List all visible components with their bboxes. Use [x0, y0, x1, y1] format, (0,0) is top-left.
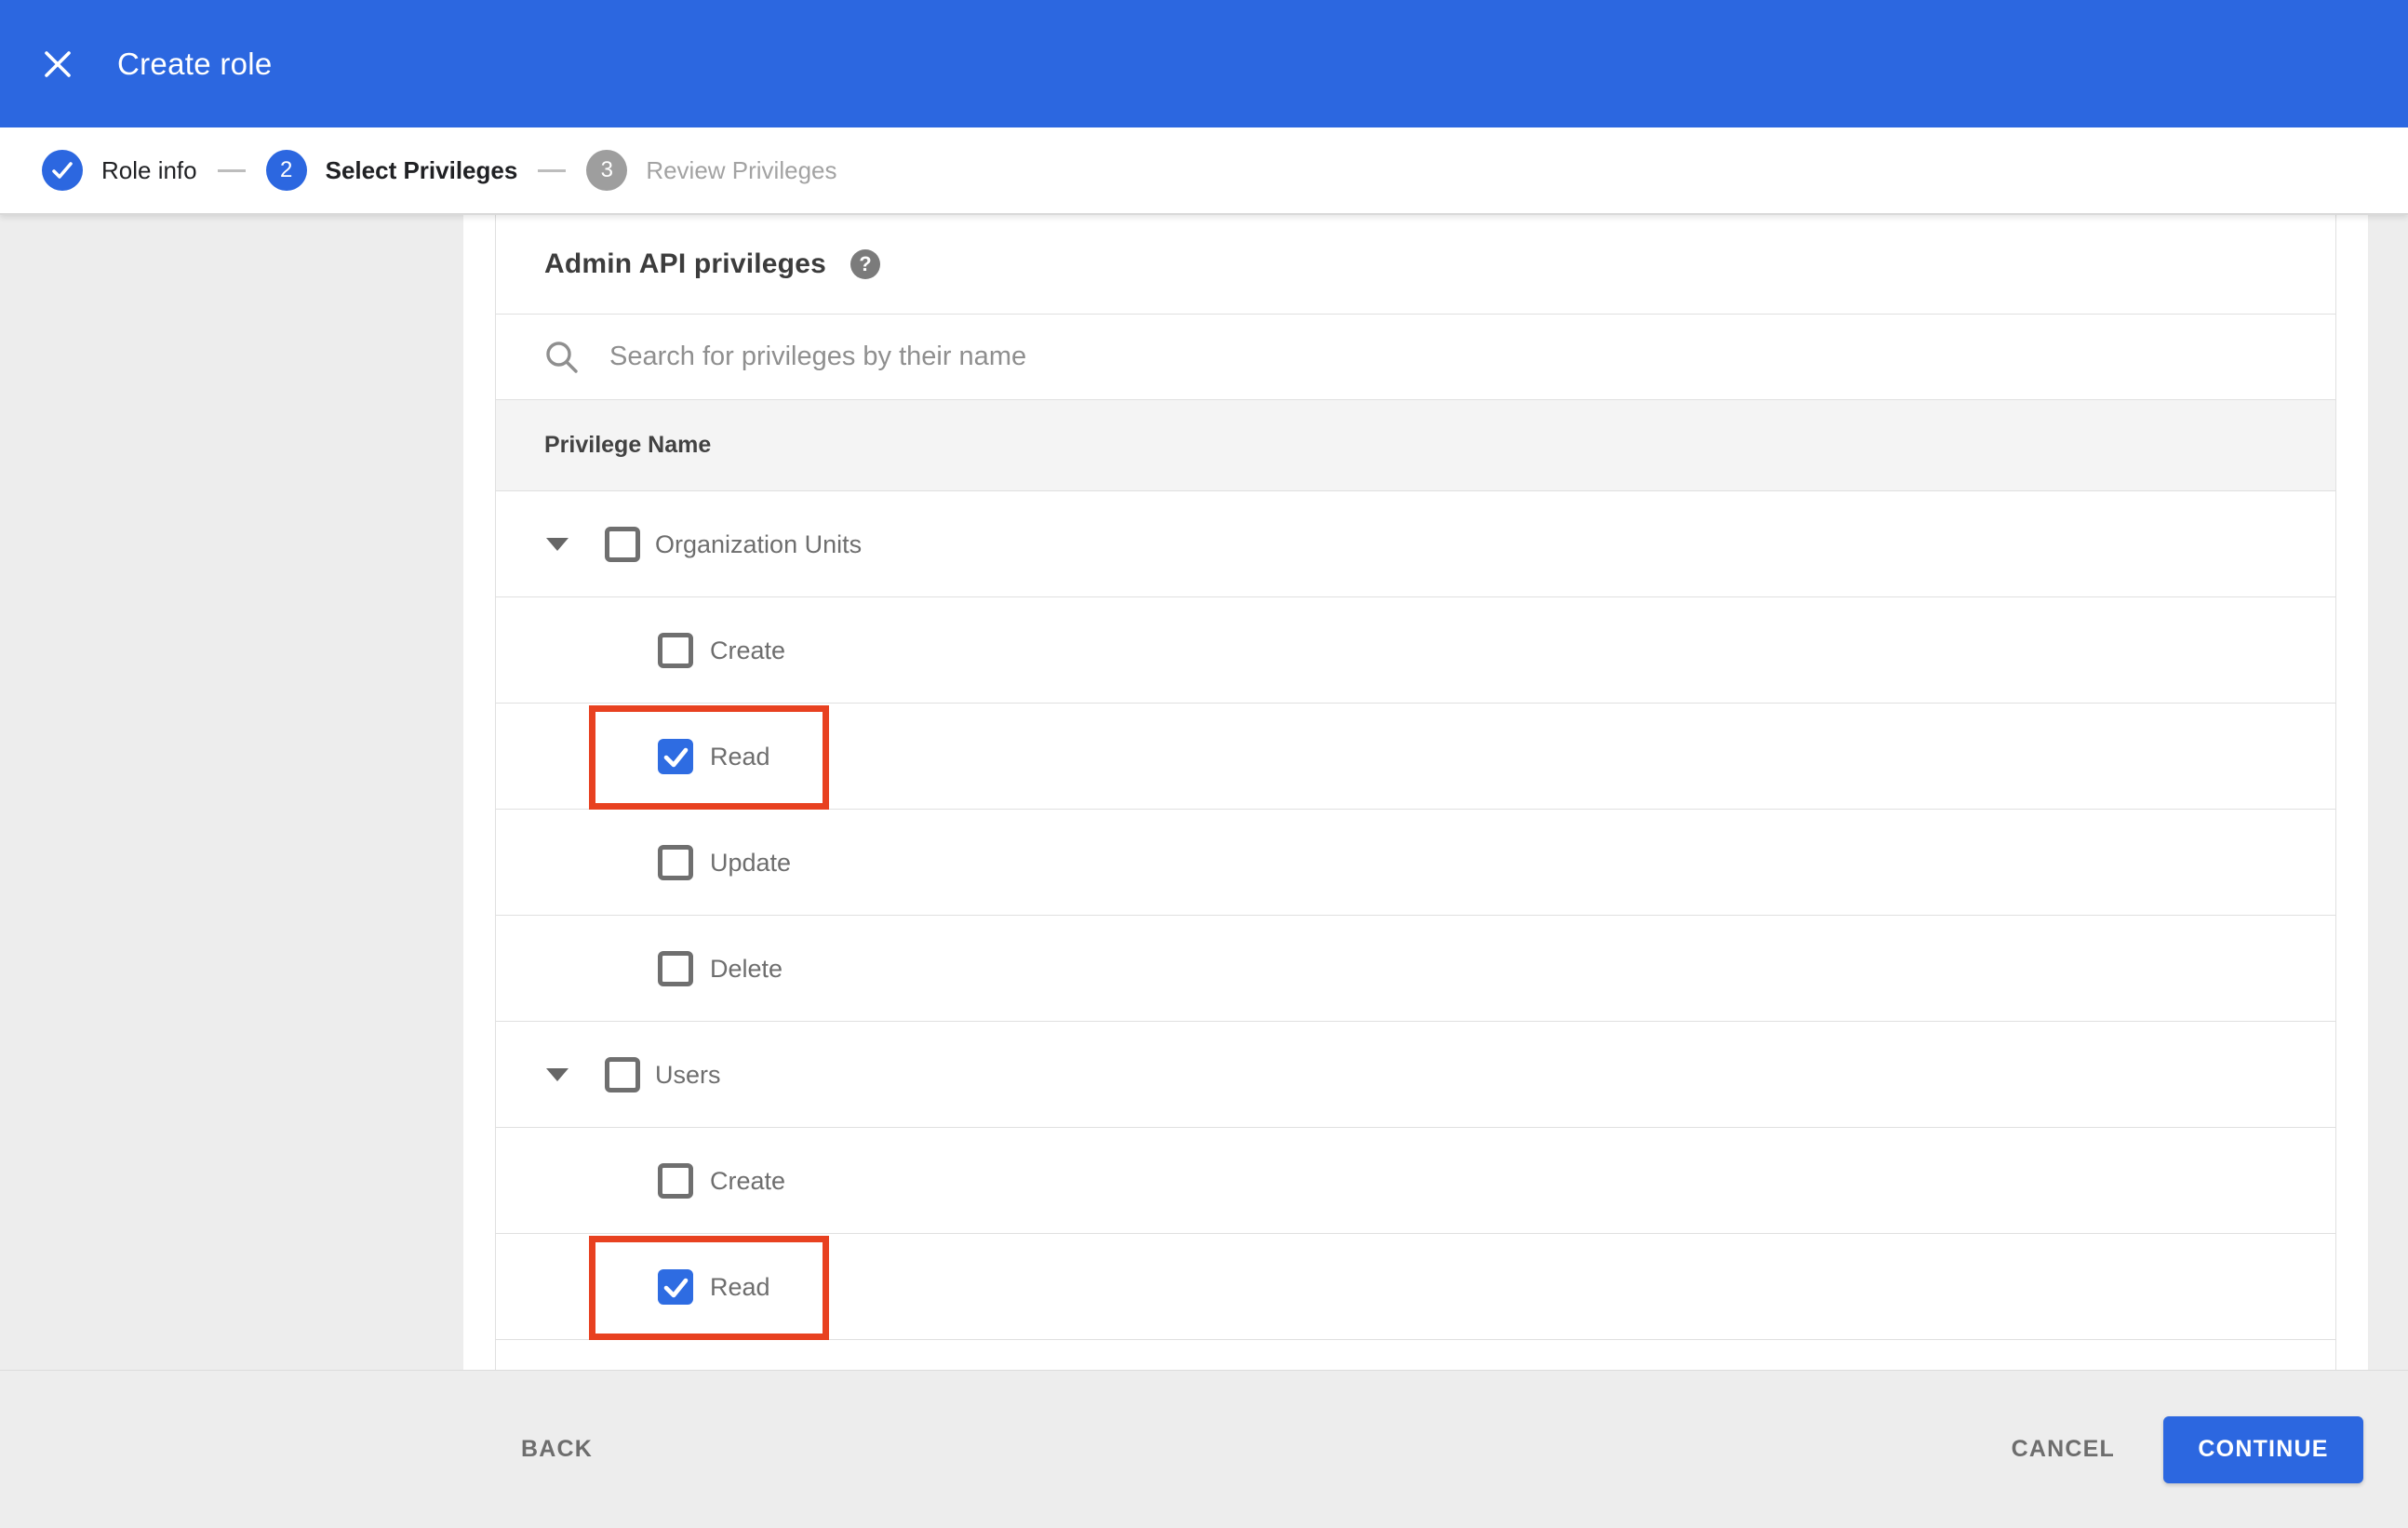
footer-bar: BACK CANCEL CONTINUE: [0, 1370, 2408, 1528]
privilege-label: Update: [710, 848, 792, 877]
step-connector: [538, 168, 567, 172]
stepper: Role info 2 Select Privileges 3 Review P…: [0, 127, 2408, 215]
step-review-privileges: 3 Review Privileges: [586, 150, 837, 191]
step-2-label: Select Privileges: [325, 155, 518, 184]
checkbox-users-read[interactable]: [658, 1269, 693, 1305]
privilege-group-row-organization-units: Organization Units: [496, 491, 2335, 597]
back-button[interactable]: BACK: [521, 1436, 593, 1463]
step-3-indicator: 3: [586, 150, 628, 191]
privilege-row-ou-read: Read: [496, 704, 2335, 810]
privilege-label: Create: [710, 636, 786, 664]
search-input[interactable]: [609, 328, 2335, 385]
checkbox-users[interactable]: [605, 1057, 640, 1092]
privilege-row-ou-update: Update: [496, 810, 2335, 916]
close-icon[interactable]: [39, 46, 76, 83]
privilege-row-users-create: Create: [496, 1128, 2335, 1234]
footer-actions: CANCEL CONTINUE: [2012, 1415, 2408, 1483]
column-header-privilege-name: Privilege Name: [544, 432, 712, 458]
privilege-label: Read: [710, 1272, 770, 1301]
highlight-box: [589, 705, 829, 810]
triangle-down-icon[interactable]: [546, 538, 569, 551]
privilege-row-partial: [496, 1340, 2335, 1370]
privilege-label: Users: [655, 1060, 721, 1089]
privilege-row-ou-delete: Delete: [496, 916, 2335, 1022]
search-icon: [546, 341, 578, 373]
step-select-privileges[interactable]: 2 Select Privileges: [265, 150, 518, 191]
step-role-info[interactable]: Role info: [42, 150, 197, 191]
privileges-table: Admin API privileges ? Privilege Name Or…: [495, 215, 2336, 1370]
step-1-indicator-check-icon: [42, 150, 83, 191]
privilege-label: Organization Units: [655, 529, 863, 558]
privilege-label: Read: [710, 742, 770, 771]
checkbox-users-create[interactable]: [658, 1163, 693, 1199]
panel-heading-row: Admin API privileges ?: [496, 215, 2335, 315]
x-cross-glyph: [45, 50, 71, 77]
step-connector: [217, 168, 246, 172]
privilege-row-ou-create: Create: [496, 597, 2335, 704]
cancel-button[interactable]: CANCEL: [2012, 1436, 2115, 1463]
privilege-row-users-read: Read: [496, 1234, 2335, 1340]
step-1-label: Role info: [101, 155, 197, 184]
triangle-down-icon[interactable]: [546, 1068, 569, 1081]
checkbox-ou-create[interactable]: [658, 633, 693, 668]
privilege-label: Delete: [710, 954, 783, 983]
continue-button[interactable]: CONTINUE: [2163, 1415, 2363, 1483]
checkbox-organization-units[interactable]: [605, 527, 640, 562]
step-2-indicator: 2: [265, 150, 307, 191]
checkbox-ou-delete[interactable]: [658, 951, 693, 986]
checkbox-ou-read[interactable]: [658, 739, 693, 774]
search-row: [496, 315, 2335, 400]
highlight-box: [589, 1236, 829, 1340]
page-title: Create role: [117, 46, 273, 81]
create-role-dialog: Create role Role info 2 Select Privilege…: [0, 0, 2408, 1528]
privilege-label: Create: [710, 1166, 786, 1195]
privilege-group-row-users: Users: [496, 1022, 2335, 1128]
step-3-label: Review Privileges: [646, 155, 837, 184]
panel-heading: Admin API privileges: [544, 248, 826, 279]
checkmark-glyph: [52, 162, 73, 179]
app-bar: Create role: [0, 0, 2408, 127]
table-header-row: Privilege Name: [496, 400, 2335, 491]
checkbox-ou-update[interactable]: [658, 845, 693, 880]
help-icon[interactable]: ?: [849, 249, 880, 279]
